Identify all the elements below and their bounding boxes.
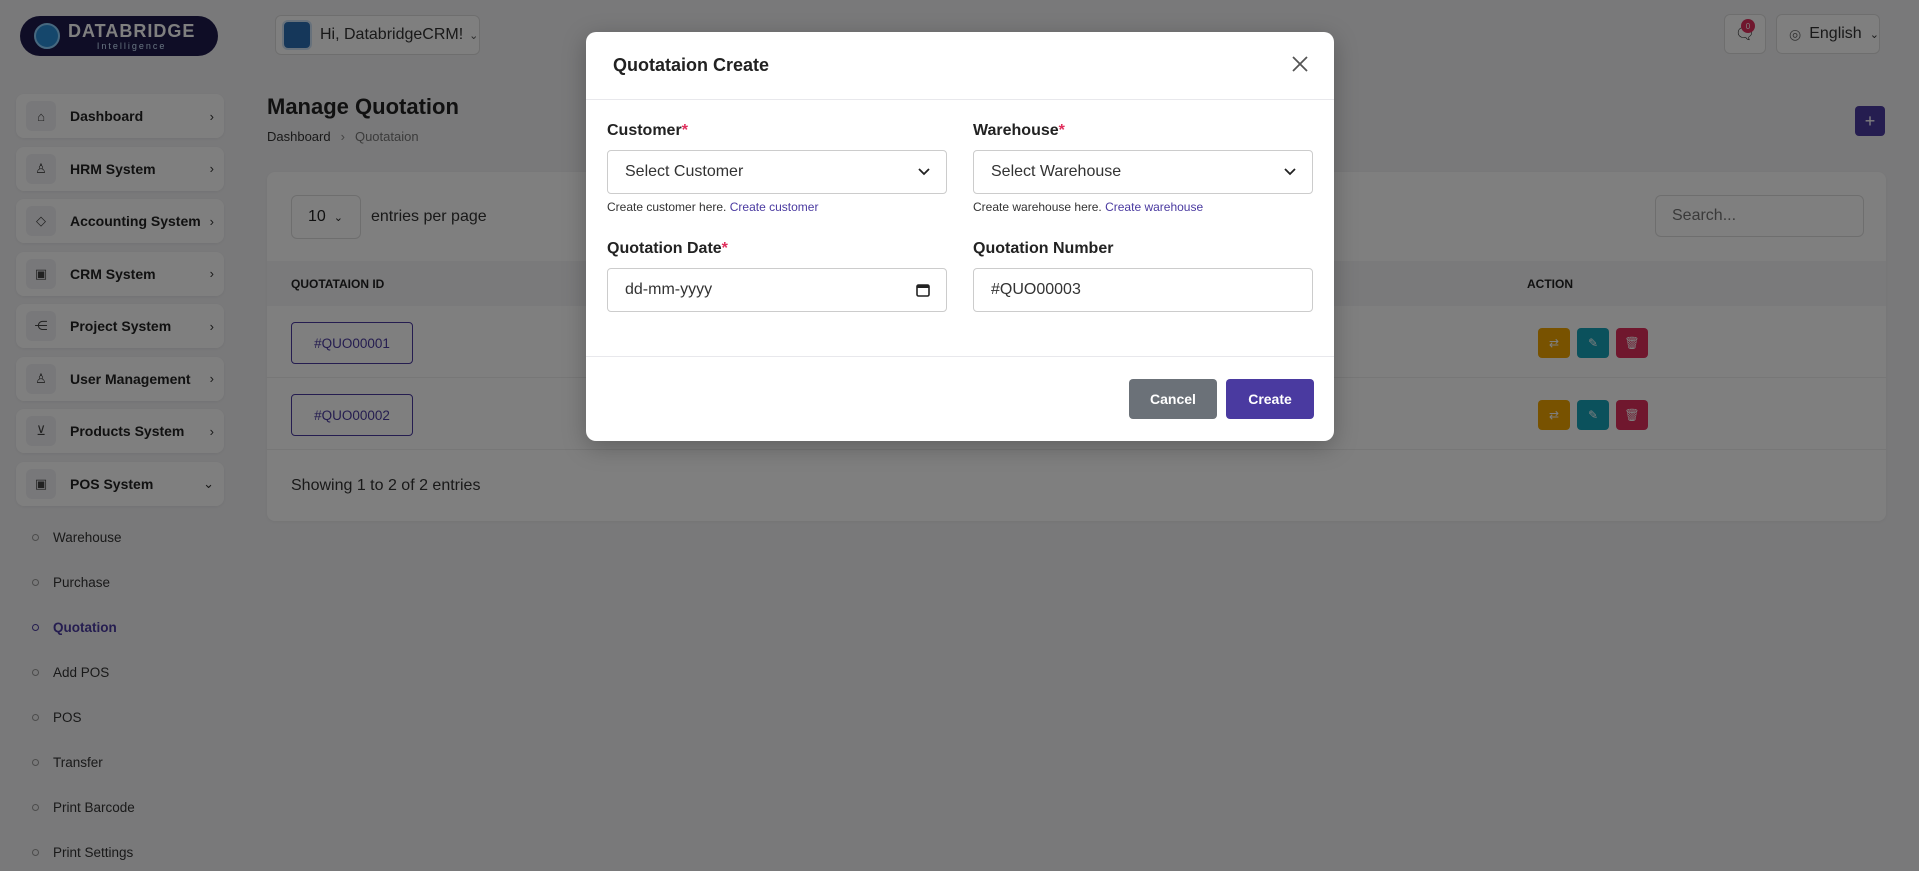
customer-hint: Create customer here. Create customer xyxy=(607,200,819,214)
number-field-group: Quotation Number #QUO00003 xyxy=(973,240,1313,312)
customer-field-group: Customer* Select Customer Create custome… xyxy=(607,122,947,214)
create-customer-link[interactable]: Create customer xyxy=(730,200,819,214)
warehouse-select[interactable]: Select Warehouse xyxy=(973,150,1313,194)
customer-select[interactable]: Select Customer xyxy=(607,150,947,194)
close-icon xyxy=(1292,56,1308,72)
modal-footer: Cancel Create xyxy=(586,356,1334,441)
quotation-date-input[interactable]: dd-mm-yyyy xyxy=(607,268,947,312)
modal-title: Quotataion Create xyxy=(613,55,770,75)
modal-header: Quotataion Create xyxy=(586,32,1334,100)
chevron-down-icon xyxy=(918,168,930,176)
warehouse-hint: Create warehouse here. Create warehouse xyxy=(973,200,1204,214)
warehouse-field-group: Warehouse* Select Warehouse Create wareh… xyxy=(973,122,1313,214)
date-field-group: Quotation Date* dd-mm-yyyy xyxy=(607,240,947,312)
date-label: Quotation Date* xyxy=(607,240,728,257)
calendar-icon[interactable] xyxy=(916,283,930,297)
create-warehouse-link[interactable]: Create warehouse xyxy=(1105,200,1203,214)
required-mark: * xyxy=(1058,122,1065,139)
quotation-create-modal: Quotataion Create Customer* Select Custo… xyxy=(586,32,1334,441)
chevron-down-icon xyxy=(1284,168,1296,176)
close-button[interactable] xyxy=(1288,52,1312,76)
quotation-number-input[interactable]: #QUO00003 xyxy=(973,268,1313,312)
required-mark: * xyxy=(721,240,728,257)
required-mark: * xyxy=(681,122,688,139)
quotation-number-label: Quotation Number xyxy=(973,240,1114,257)
warehouse-label: Warehouse* xyxy=(973,122,1065,139)
customer-label: Customer* xyxy=(607,122,688,139)
cancel-button[interactable]: Cancel xyxy=(1129,379,1217,419)
create-button[interactable]: Create xyxy=(1226,379,1314,419)
